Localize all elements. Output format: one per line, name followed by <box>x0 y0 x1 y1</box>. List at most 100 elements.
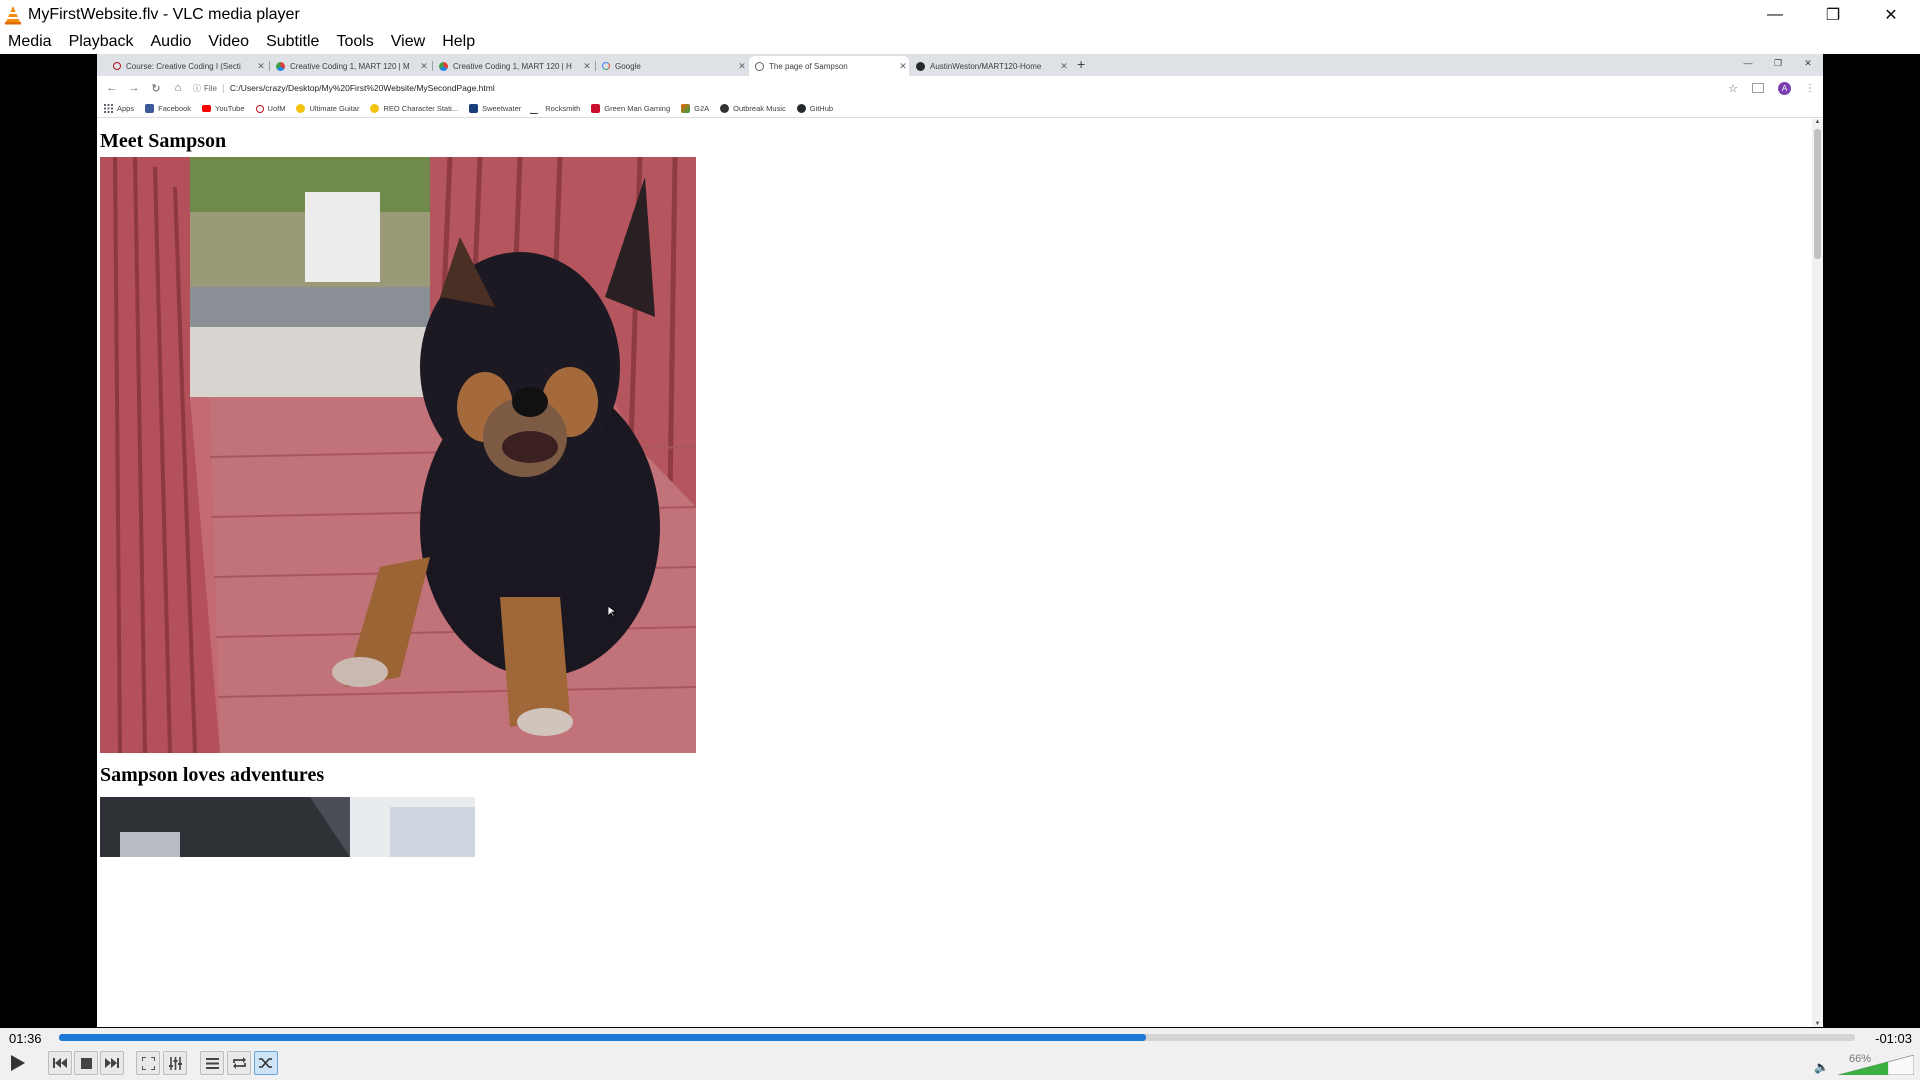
menu-tools[interactable]: Tools <box>328 33 382 51</box>
fullscreen-button[interactable] <box>136 1051 160 1075</box>
bookmark-apps[interactable]: Apps <box>104 104 134 113</box>
tab-close-icon[interactable]: ✕ <box>1058 61 1070 72</box>
umaine-power-icon <box>113 62 121 70</box>
shuffle-icon <box>259 1058 272 1068</box>
seek-bar[interactable] <box>59 1034 1855 1041</box>
bookmark-label: YouTube <box>215 104 245 113</box>
info-icon[interactable]: ⓘ <box>193 83 201 94</box>
vlc-cone-icon <box>5 6 21 25</box>
tab-close-icon[interactable]: ✕ <box>736 61 748 72</box>
mouse-cursor-icon <box>608 606 616 618</box>
page-heading-meet-sampson: Meet Sampson <box>100 130 227 152</box>
menu-view[interactable]: View <box>383 33 434 51</box>
back-icon[interactable]: ← <box>101 82 123 94</box>
fullscreen-icon <box>141 1056 155 1070</box>
speaker-icon[interactable]: 🔈 <box>1814 1060 1829 1074</box>
scroll-down-arrow-icon[interactable]: ▼ <box>1812 1021 1823 1027</box>
extended-settings-button[interactable] <box>163 1051 187 1075</box>
tab-github[interactable]: AustinWeston/MART120-Home ✕ <box>910 56 1070 76</box>
minimize-button[interactable]: — <box>1746 0 1804 30</box>
extension-icon[interactable] <box>1752 83 1764 93</box>
reload-icon[interactable]: ↻ <box>145 82 167 95</box>
restore-button[interactable]: ❐ <box>1804 0 1862 30</box>
bookmark-label: Facebook <box>158 104 192 113</box>
time-remaining[interactable]: -01:03 <box>1875 1031 1912 1046</box>
bookmark-g2a[interactable]: G2A <box>681 104 709 113</box>
tab-creative-coding-1[interactable]: Creative Coding 1, MART 120 | M ✕ <box>270 56 430 76</box>
play-button[interactable] <box>4 1051 32 1075</box>
tab-label: Creative Coding 1, MART 120 | H <box>453 61 572 71</box>
next-button[interactable] <box>100 1051 124 1075</box>
tab-course[interactable]: Course: Creative Coding I (Secti ✕ <box>107 56 267 76</box>
bookmark-rocksmith[interactable]: Rocksmith <box>529 103 581 114</box>
bookmark-label: GitHub <box>809 104 834 113</box>
stop-button[interactable] <box>74 1051 98 1075</box>
play-icon <box>11 1055 25 1071</box>
menu-help[interactable]: Help <box>434 33 484 51</box>
menu-media[interactable]: Media <box>0 33 61 51</box>
close-button[interactable]: ✕ <box>1862 0 1920 30</box>
tab-page-of-sampson[interactable]: The page of Sampson ✕ <box>749 56 909 76</box>
rocksmith-icon <box>529 103 545 114</box>
bookmark-label: Outbreak Music <box>733 104 786 113</box>
previous-icon <box>53 1058 67 1068</box>
seek-bar-progress <box>59 1034 1146 1041</box>
menu-subtitle[interactable]: Subtitle <box>258 33 328 51</box>
bookmark-green-man-gaming[interactable]: Green Man Gaming <box>591 104 670 113</box>
bookmark-label: Apps <box>117 104 135 113</box>
bookmark-github[interactable]: GitHub <box>796 104 834 113</box>
video-area[interactable]: Course: Creative Coding I (Secti ✕ Creat… <box>0 54 1920 1028</box>
tab-label: Course: Creative Coding I (Secti <box>126 61 241 71</box>
browser-minimize-icon[interactable]: — <box>1733 54 1763 72</box>
tab-close-icon[interactable]: ✕ <box>255 61 267 72</box>
bookmark-youtube[interactable]: YouTube <box>202 104 245 113</box>
volume-slider[interactable] <box>1838 1055 1914 1075</box>
bookmark-outbreak-music[interactable]: Outbreak Music <box>720 104 786 113</box>
bookmark-label: REO Character Stati... <box>383 104 459 113</box>
profile-avatar[interactable]: A <box>1778 81 1791 95</box>
menu-video[interactable]: Video <box>200 33 258 51</box>
url-text[interactable]: C:/Users/crazy/Desktop/My%20First%20Webs… <box>230 83 495 93</box>
menu-kebab-icon[interactable]: ⋮ <box>1805 83 1815 94</box>
tab-label: AustinWeston/MART120-Home <box>930 61 1042 71</box>
tab-google[interactable]: Google ✕ <box>596 56 748 76</box>
bookmark-facebook[interactable]: Facebook <box>145 104 191 113</box>
power-icon <box>255 104 264 113</box>
scrollbar-thumb[interactable] <box>1814 129 1821 259</box>
browser-restore-icon[interactable]: ❐ <box>1763 54 1793 72</box>
new-tab-icon[interactable]: + <box>1077 56 1085 72</box>
vlc-controls: 01:36 -01:03 🔈 66% <box>0 1028 1920 1080</box>
bookmark-reo[interactable]: REO Character Stati... <box>370 104 458 113</box>
vlc-menu-bar: Media Playback Audio Video Subtitle Tool… <box>0 30 1920 54</box>
tab-close-icon[interactable]: ✕ <box>581 61 593 72</box>
home-icon[interactable]: ⌂ <box>167 82 189 94</box>
menu-audio[interactable]: Audio <box>143 33 201 51</box>
previous-button[interactable] <box>48 1051 72 1075</box>
bookmark-sweetwater[interactable]: Sweetwater <box>469 104 521 113</box>
tab-close-icon[interactable]: ✕ <box>418 61 430 72</box>
car-photo <box>100 797 475 857</box>
bookmark-uofm[interactable]: UofM <box>255 104 286 113</box>
bookmark-star-icon[interactable]: ☆ <box>1728 82 1738 95</box>
address-bar[interactable]: ⓘ File C:/Users/crazy/Desktop/My%20First… <box>193 79 1728 97</box>
tab-close-icon[interactable]: ✕ <box>897 61 909 72</box>
scroll-up-arrow-icon[interactable]: ▲ <box>1812 119 1823 125</box>
next-icon <box>105 1058 119 1068</box>
github-icon <box>916 61 925 71</box>
bookmark-label: Rocksmith <box>545 104 581 113</box>
browser-toolbar: ← → ↻ ⌂ ⓘ File C:/Users/crazy/Desktop/My… <box>97 76 1823 100</box>
menu-playback[interactable]: Playback <box>61 33 143 51</box>
tab-creative-coding-2[interactable]: Creative Coding 1, MART 120 | H ✕ <box>433 56 593 76</box>
playlist-button[interactable] <box>200 1051 224 1075</box>
time-elapsed[interactable]: 01:36 <box>9 1031 42 1046</box>
sweetwater-icon <box>469 104 479 113</box>
bookmarks-bar: Apps Facebook YouTube UofM Ultimate Guit… <box>97 100 1823 118</box>
shuffle-button[interactable] <box>254 1051 278 1075</box>
forward-icon[interactable]: → <box>123 82 145 94</box>
bookmark-label: UofM <box>267 104 286 113</box>
loop-icon <box>232 1057 246 1069</box>
bookmark-ultimate-guitar[interactable]: Ultimate Guitar <box>296 104 359 113</box>
loop-button[interactable] <box>227 1051 251 1075</box>
browser-close-icon[interactable]: ✕ <box>1793 54 1823 72</box>
page-scrollbar[interactable]: ▲ ▼ <box>1812 119 1823 1027</box>
